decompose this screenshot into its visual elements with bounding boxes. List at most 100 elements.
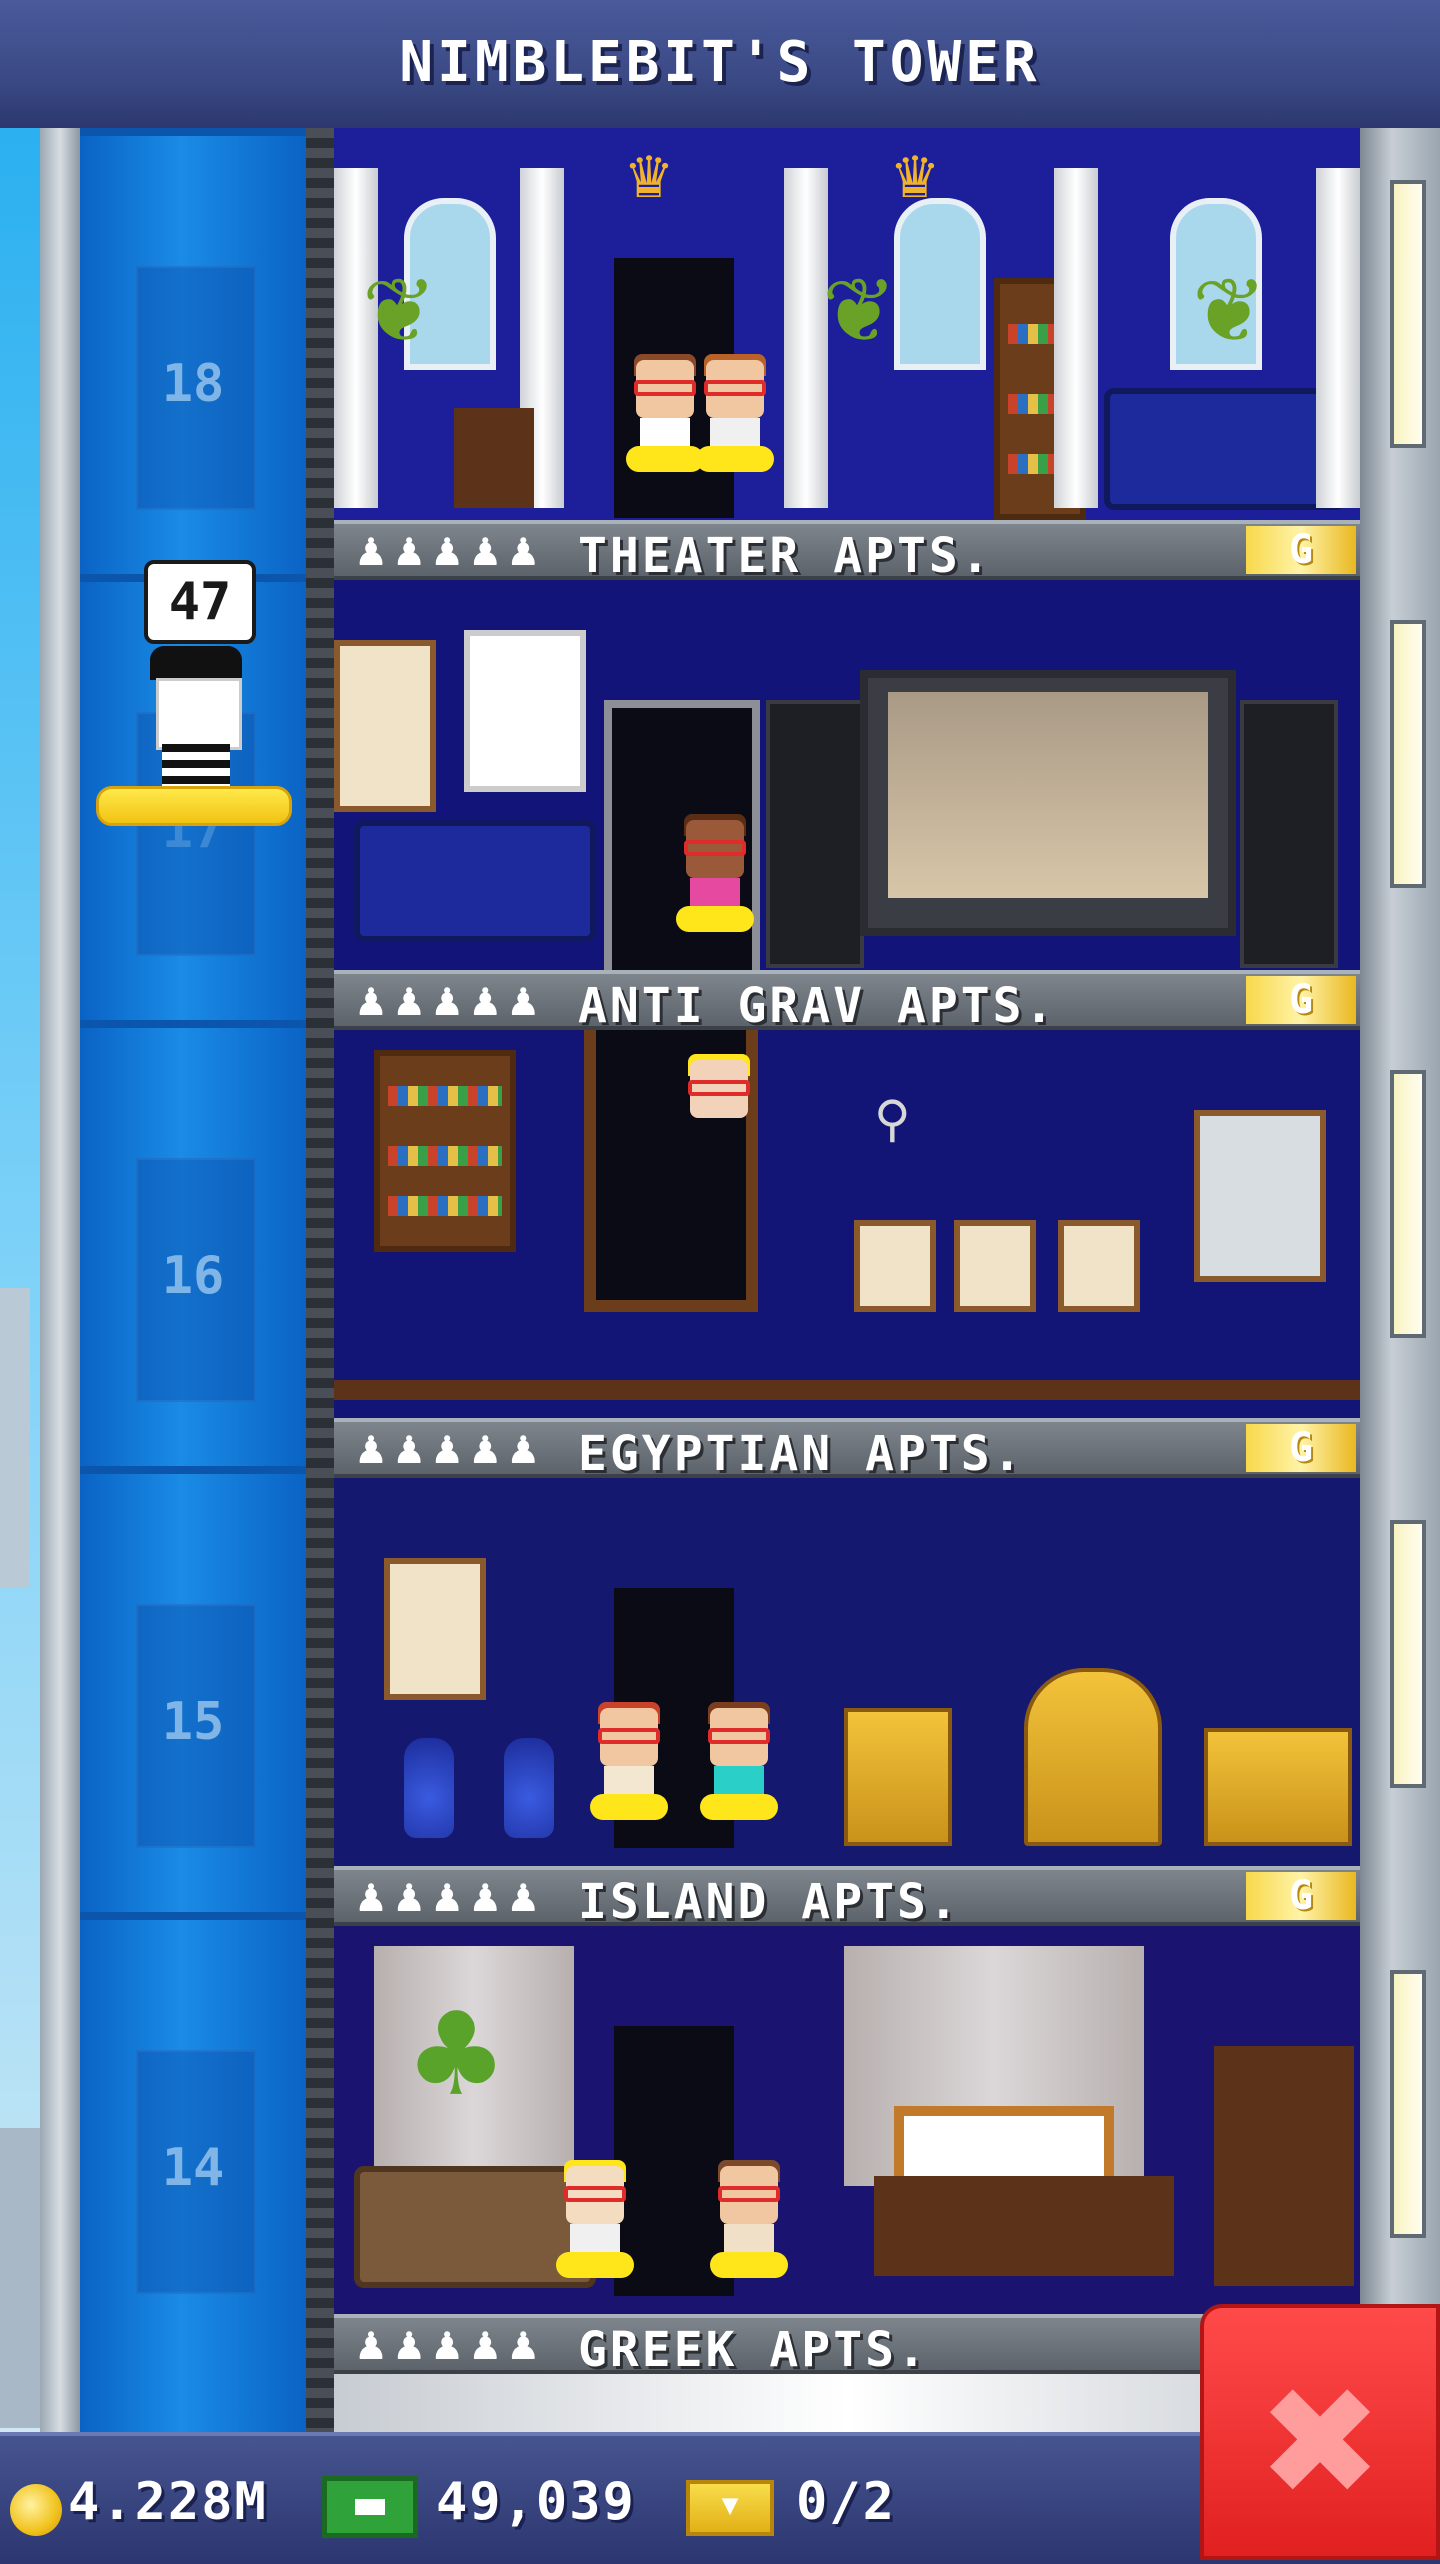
resident[interactable] — [626, 354, 704, 490]
shaft-floor-number: 18 — [161, 354, 225, 414]
resident[interactable] — [556, 2160, 634, 2296]
shaft-floor-number: 14 — [161, 2138, 225, 2198]
tower-window — [1390, 180, 1426, 448]
shaft-floor: 15 — [80, 1466, 306, 1912]
television — [860, 670, 1236, 936]
bed-frame — [874, 2176, 1174, 2276]
shaft-floor: 14 — [80, 1912, 306, 2358]
ticket-icon — [686, 2480, 774, 2536]
floor-name: EGYPTIAN APTS. — [578, 1426, 1025, 1482]
floatie — [676, 906, 754, 932]
floor-name: ANTI GRAV APTS. — [578, 978, 1057, 1034]
floatie — [590, 1794, 668, 1820]
picture-frame — [954, 1220, 1036, 1312]
floatie — [696, 446, 774, 472]
gold-status-badge: G — [1246, 1872, 1356, 1920]
floatie — [700, 1794, 778, 1820]
vase — [404, 1738, 454, 1838]
plant-icon: ❦ — [824, 239, 891, 367]
floor-room-greek[interactable]: ♣ — [334, 1926, 1360, 2318]
golden-mirror — [1024, 1668, 1162, 1846]
pillar — [1316, 168, 1360, 508]
glasses-icon — [684, 840, 746, 856]
golden-throne — [844, 1708, 952, 1846]
glasses-icon — [708, 1728, 770, 1744]
close-button[interactable]: ✖ — [1200, 2304, 1440, 2560]
residents-indicator: ♟♟♟♟♟ — [354, 1428, 545, 1472]
floatie — [556, 2252, 634, 2278]
resident[interactable] — [684, 1054, 754, 1190]
resident[interactable] — [676, 814, 754, 950]
glasses-icon — [598, 1728, 660, 1744]
city-building — [0, 1288, 30, 1588]
tower-window — [1390, 1970, 1426, 2238]
window — [1194, 1110, 1326, 1282]
glasses-icon — [634, 380, 696, 396]
resident[interactable] — [590, 1702, 668, 1838]
passenger-destination-bubble: 47 — [144, 560, 256, 644]
glasses-icon — [718, 2186, 780, 2202]
floatie — [626, 446, 704, 472]
golden-shrine — [1204, 1728, 1352, 1846]
elevator-platform — [96, 786, 292, 826]
floor-trim — [334, 1380, 1360, 1400]
city-building — [0, 2128, 40, 2428]
sofa — [1104, 388, 1346, 510]
resident[interactable] — [696, 354, 774, 490]
floor-name: GREEK APTS. — [578, 2322, 929, 2378]
speaker — [766, 700, 864, 968]
tower-title: NIMBLEBIT'S TOWER — [399, 30, 1041, 95]
resident[interactable] — [710, 2160, 788, 2296]
floor-label-egyptian[interactable]: ♟♟♟♟♟ EGYPTIAN APTS. G — [334, 1418, 1360, 1482]
chandelier-icon: ♛ — [627, 132, 671, 214]
arch-window — [894, 198, 986, 370]
hieroglyph-scroll — [384, 1558, 486, 1700]
residents-indicator: ♟♟♟♟♟ — [354, 2324, 545, 2368]
passenger-hat — [150, 646, 242, 680]
shaft-floor: 18 — [80, 128, 306, 574]
floor-room-theater[interactable]: ❦ ♛ ♛ ❦ ❦ — [334, 128, 1360, 520]
elevator-shaft[interactable]: 18 17 16 15 14 — [80, 128, 306, 2432]
floor-room-anti-grav[interactable] — [334, 580, 1360, 972]
telephone-table — [454, 408, 534, 508]
elevator-car[interactable]: 47 — [96, 560, 292, 830]
passenger-head — [156, 678, 242, 750]
bux-icon — [322, 2476, 418, 2538]
bookcase — [374, 1050, 516, 1252]
bux-value: 49,039 — [436, 2472, 636, 2532]
floor-label-island[interactable]: ♟♟♟♟♟ ISLAND APTS. G — [334, 1866, 1360, 1930]
floor-room-egyptian[interactable]: ⚲ — [334, 1030, 1360, 1422]
picture-frame — [1058, 1220, 1140, 1312]
residents-indicator: ♟♟♟♟♟ — [354, 1876, 545, 1920]
pillar — [784, 168, 828, 508]
poster — [334, 640, 436, 812]
sofa — [354, 820, 596, 942]
elevator-rail — [306, 128, 334, 2432]
gold-status-badge: G — [1246, 526, 1356, 574]
shaft-floor-number: 16 — [161, 1246, 225, 1306]
floor-room-island[interactable] — [334, 1478, 1360, 1870]
tower-window — [1390, 620, 1426, 888]
tower-wall-left — [40, 128, 80, 2432]
speaker — [1240, 700, 1338, 968]
tower-window — [1390, 1070, 1426, 1338]
floor-label-theater[interactable]: ♟♟♟♟♟ THEATER APTS. G — [334, 520, 1360, 584]
floor-name: THEATER APTS. — [578, 528, 993, 584]
shaft-floor-number: 15 — [161, 1692, 225, 1752]
floor-label-anti-grav[interactable]: ♟♟♟♟♟ ANTI GRAV APTS. G — [334, 970, 1360, 1034]
gold-status-badge: G — [1246, 1424, 1356, 1472]
header-bar: NIMBLEBIT'S TOWER — [0, 0, 1440, 132]
palm-tree-icon: ♣ — [414, 1974, 499, 2137]
coins-value: 4.228M — [68, 2472, 268, 2532]
residents-indicator: ♟♟♟♟♟ — [354, 980, 545, 1024]
vase — [504, 1738, 554, 1838]
glasses-icon — [564, 2186, 626, 2202]
resident[interactable] — [700, 1702, 778, 1838]
poster — [464, 630, 586, 792]
sky-backdrop — [0, 128, 44, 2432]
plant-icon: ❦ — [364, 239, 431, 367]
shaft-floor: 16 — [80, 1020, 306, 1466]
gold-status-badge: G — [1246, 976, 1356, 1024]
tower-window — [1390, 1520, 1426, 1788]
glasses-icon — [688, 1080, 750, 1096]
